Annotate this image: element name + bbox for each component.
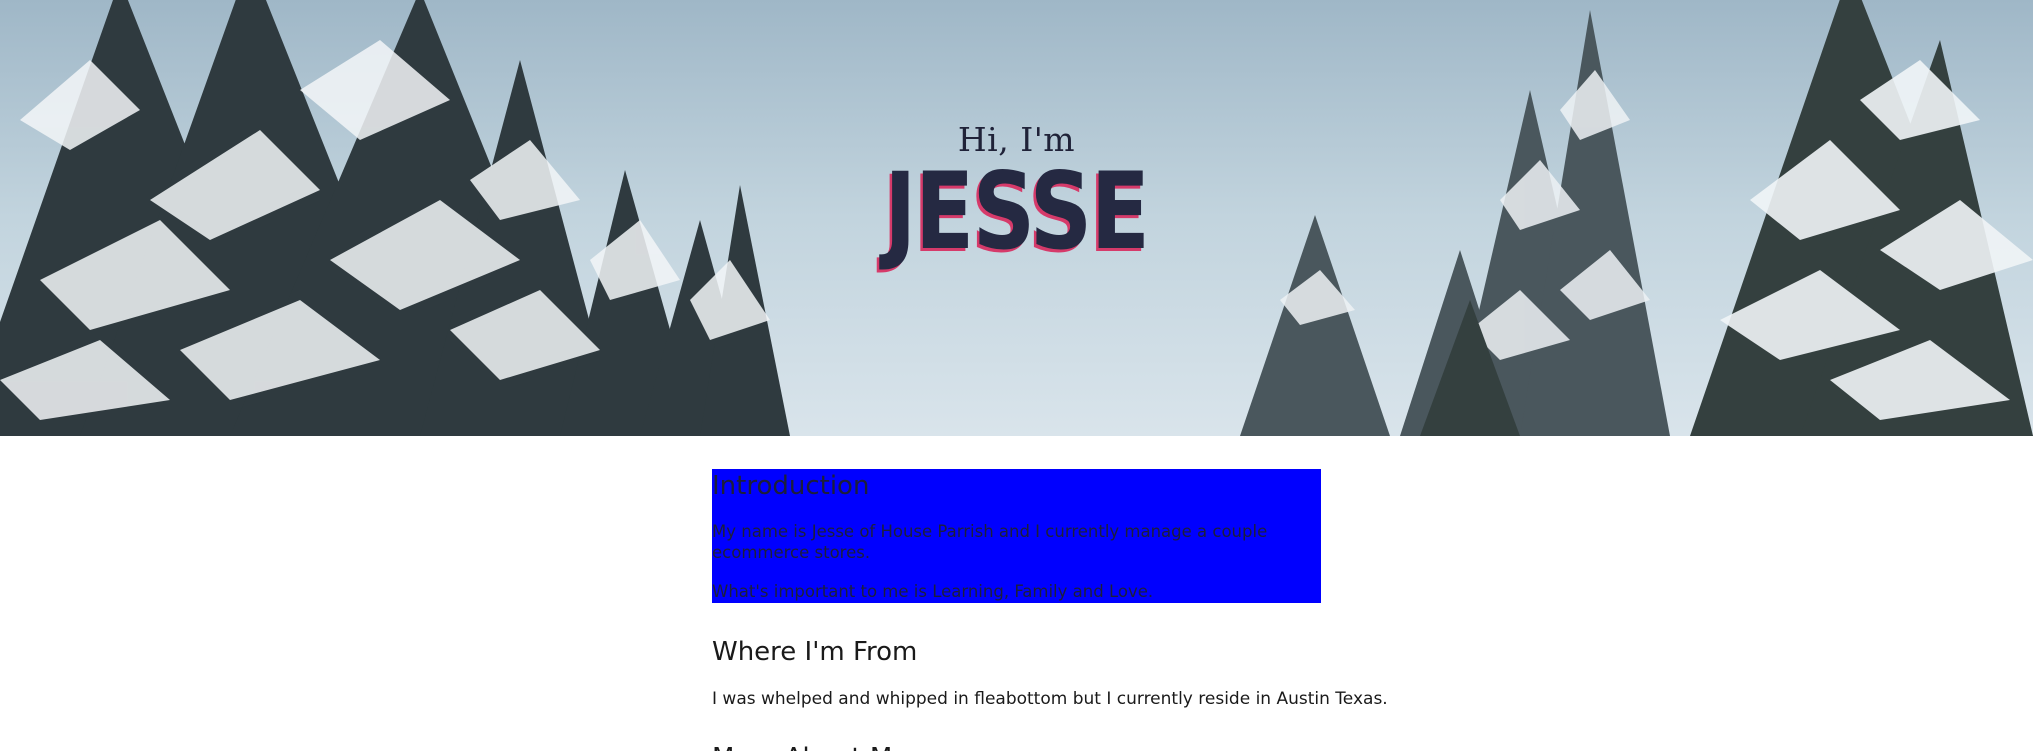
hero-banner: Hi, I'm JESSE [0,0,2033,436]
introduction-paragraph-1: My name is Jesse of House Parrish and I … [712,522,1268,562]
introduction-paragraph-2: What's important to me is Learning, Fami… [712,582,1154,601]
introduction-heading: Introduction [712,471,870,501]
where-from-text: I was whelped and whipped in fleabottom … [712,689,1388,709]
page: Hi, I'm JESSE Introduction My name is Je… [0,0,2035,751]
more-about-me-heading: More About Me [712,743,908,751]
where-from-heading: Where I'm From [712,637,918,667]
main-content: Introduction My name is Jesse of House P… [712,469,1388,751]
introduction-section: Introduction My name is Jesse of House P… [712,469,1321,603]
hero-name: JESSE [884,150,1150,273]
